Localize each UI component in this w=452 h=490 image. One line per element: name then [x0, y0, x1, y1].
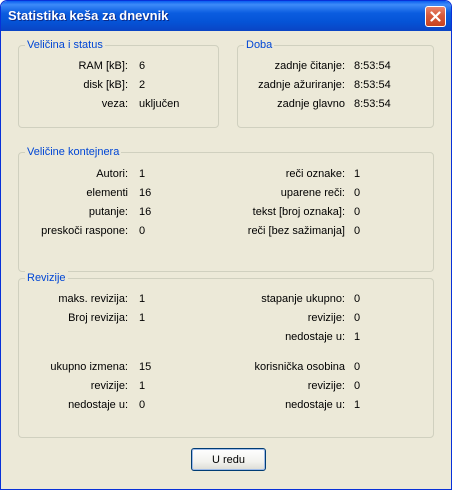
time-legend: Doba	[244, 38, 275, 52]
last-update-label: zadnje ažuriranje:	[258, 79, 345, 91]
merge-total-value: 0	[354, 293, 361, 305]
last-read-label: zadnje čitanje:	[274, 60, 345, 72]
changes-revisions-value: 1	[139, 380, 146, 392]
merge-revisions-value: 0	[354, 312, 361, 324]
last-read-value: 8:53:54	[354, 60, 391, 72]
title-bar[interactable]: Statistika keša za dnevnik	[1, 1, 451, 31]
paths-row: putanje: 16 tekst [broj oznaka]: 0	[19, 205, 433, 219]
merge-missing-label: nedostaje u:	[285, 331, 345, 343]
max-revision-label: maks. revizija:	[58, 293, 128, 305]
changes-missing-row: nedostaje u: 0 nedostaje u: 1	[19, 398, 433, 412]
merge-missing-value: 1	[354, 331, 361, 343]
paths-label: putanje:	[88, 206, 128, 218]
total-changes-label: ukupno izmena:	[50, 361, 128, 373]
tag-words-value: 1	[354, 168, 361, 180]
skip-ranges-label: preskoči raspone:	[41, 225, 128, 237]
user-property-label: korisnička osobina	[254, 361, 346, 373]
merge-missing-row: nedostaje u: 1	[19, 330, 433, 344]
skip-ranges-row: preskoči raspone: 0 reči [bez sažimanja]…	[19, 224, 433, 238]
size-status-legend: Veličina i status	[25, 38, 105, 52]
max-revision-value: 1	[139, 293, 146, 305]
uncompressed-words-value: 0	[354, 225, 361, 237]
connection-label: veza:	[101, 98, 128, 110]
paired-words-label: uparene reči:	[280, 187, 345, 199]
elements-label: elementi	[86, 187, 128, 199]
skip-ranges-value: 0	[139, 225, 146, 237]
last-main-label: zadnje glavno	[277, 98, 345, 110]
elements-value: 16	[139, 187, 152, 199]
revision-count-row: Broj revizija: 1 revizije: 0	[19, 311, 433, 325]
dialog-window: Statistika keša za dnevnik Veličina i st…	[0, 0, 452, 490]
authors-value: 1	[139, 168, 146, 180]
merge-total-label: stapanje ukupno:	[261, 293, 345, 305]
container-group: Veličine kontejnera Autori: 1 reči oznak…	[18, 145, 434, 272]
total-changes-row: ukupno izmena: 15 korisnička osobina 0	[19, 360, 433, 374]
changes-revisions-row: revizije: 1 revizije: 0	[19, 379, 433, 393]
revisions-legend: Revizije	[25, 271, 68, 285]
ram-row: RAM [kB]: 6	[19, 59, 218, 73]
last-update-row: zadnje ažuriranje: 8:53:54	[238, 78, 433, 92]
text-tag-count-value: 0	[354, 206, 361, 218]
max-revision-row: maks. revizija: 1 stapanje ukupno: 0	[19, 292, 433, 306]
ram-label: RAM [kB]:	[78, 60, 128, 72]
ram-value: 6	[139, 60, 146, 72]
close-button[interactable]	[425, 6, 446, 27]
uncompressed-words-label: reči [bez sažimanja]	[247, 225, 345, 237]
property-missing-value: 1	[354, 399, 361, 411]
window-title: Statistika keša za dnevnik	[8, 8, 169, 23]
size-status-group: Veličina i status RAM [kB]: 6 disk [kB]:…	[18, 38, 219, 128]
connection-value: uključen	[139, 98, 180, 110]
merge-revisions-label: revizije:	[307, 312, 345, 324]
revisions-group: Revizije maks. revizija: 1 stapanje ukup…	[18, 271, 434, 438]
authors-label: Autori:	[96, 168, 128, 180]
property-revisions-label: revizije:	[307, 380, 345, 392]
ok-button[interactable]: U redu	[191, 448, 266, 471]
time-group: Doba zadnje čitanje: 8:53:54 zadnje ažur…	[237, 38, 434, 128]
last-main-row: zadnje glavno 8:53:54	[238, 97, 433, 111]
paired-words-value: 0	[354, 187, 361, 199]
text-tag-count-label: tekst [broj oznaka]:	[252, 206, 345, 218]
last-main-value: 8:53:54	[354, 98, 391, 110]
changes-missing-label: nedostaje u:	[68, 399, 128, 411]
revision-count-label: Broj revizija:	[68, 312, 128, 324]
property-missing-label: nedostaje u:	[285, 399, 345, 411]
disk-row: disk [kB]: 2	[19, 78, 218, 92]
last-read-row: zadnje čitanje: 8:53:54	[238, 59, 433, 73]
close-icon	[430, 11, 441, 22]
authors-row: Autori: 1 reči oznake: 1	[19, 167, 433, 181]
changes-missing-value: 0	[139, 399, 146, 411]
disk-value: 2	[139, 79, 146, 91]
changes-revisions-label: revizije:	[90, 380, 128, 392]
connection-row: veza: uključen	[19, 97, 218, 111]
user-property-value: 0	[354, 361, 361, 373]
disk-label: disk [kB]:	[83, 79, 128, 91]
dialog-body: Veličina i status RAM [kB]: 6 disk [kB]:…	[4, 31, 448, 486]
revision-count-value: 1	[139, 312, 146, 324]
tag-words-label: reči oznake:	[285, 168, 345, 180]
container-legend: Veličine kontejnera	[25, 145, 122, 159]
last-update-value: 8:53:54	[354, 79, 391, 91]
property-revisions-value: 0	[354, 380, 361, 392]
elements-row: elementi 16 uparene reči: 0	[19, 186, 433, 200]
paths-value: 16	[139, 206, 152, 218]
total-changes-value: 15	[139, 361, 152, 373]
